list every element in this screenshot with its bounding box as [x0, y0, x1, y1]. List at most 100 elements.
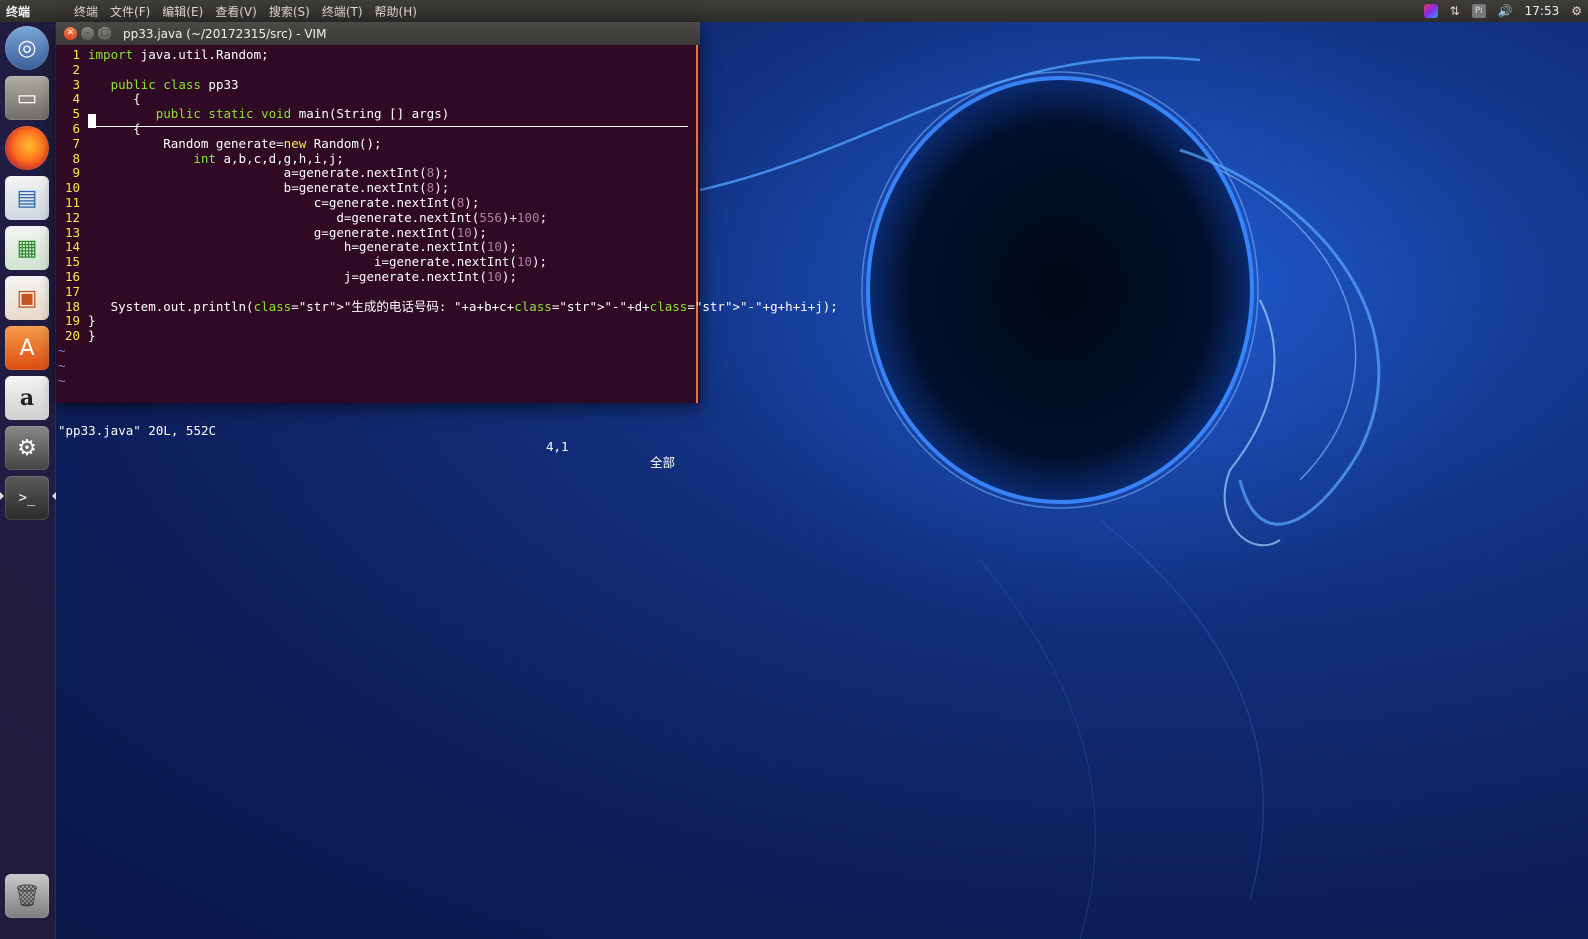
code-text: g=generate.nextInt(10); [88, 224, 487, 240]
clock[interactable]: 17:53 [1525, 4, 1560, 18]
line-number: 2 [72, 61, 80, 77]
line-number: 6 [72, 121, 80, 136]
line-number: 5 [72, 106, 80, 122]
status-cursor-position: 4,1 [546, 439, 569, 454]
code-line[interactable]: 15 i=generate.nextInt(10); [56, 254, 547, 269]
line-number: 12 [64, 209, 80, 225]
empty-line-tilde: ~ [58, 343, 66, 358]
code-text: a=generate.nextInt(8); [88, 165, 450, 181]
terminal-icon[interactable]: >_ [5, 476, 49, 520]
line-number: 3 [72, 76, 80, 92]
line-number: 15 [64, 254, 80, 270]
code-line[interactable]: 6 { [56, 121, 141, 136]
code-line[interactable]: 14 h=generate.nextInt(10); [56, 239, 517, 254]
terminal-window[interactable]: ✕ – □ pp33.java (~/20172315/src) - VIM "… [56, 22, 838, 470]
libreoffice-impress-icon[interactable]: ▣ [5, 276, 49, 320]
network-icon[interactable]: ⇅ [1450, 4, 1460, 18]
vim-statusline: "pp33.java" 20L, 552C 4,1 全部 [56, 407, 696, 470]
files-icon[interactable]: ▭ [5, 76, 49, 120]
active-app-name: 终端 [6, 4, 31, 19]
code-text: h=generate.nextInt(10); [88, 239, 517, 255]
line-number: 7 [72, 135, 80, 151]
code-line[interactable]: 9 a=generate.nextInt(8); [56, 165, 449, 180]
menu-help[interactable]: 帮助(H) [369, 3, 423, 20]
code-line[interactable]: 4 { [56, 91, 141, 107]
code-line[interactable]: 20} [56, 328, 96, 343]
active-indicator-left [0, 492, 4, 500]
code-text: b=generate.nextInt(8); [88, 180, 450, 196]
code-text: j=generate.nextInt(10); [88, 269, 517, 284]
firefox-icon[interactable] [5, 126, 49, 170]
line-number: 11 [64, 195, 80, 210]
code-line[interactable]: 17 [56, 284, 88, 299]
software-center-icon[interactable]: A [5, 326, 49, 370]
menu-file[interactable]: 文件(F) [104, 3, 156, 20]
ubuntu-dash-icon[interactable]: ◎ [5, 26, 49, 70]
menu-search[interactable]: 搜索(S) [263, 3, 316, 20]
top-panel: 终端 终端 文件(F) 编辑(E) 查看(V) 搜索(S) 终端(T) 帮助(H… [0, 0, 1588, 22]
line-number: 18 [64, 298, 80, 314]
code-line[interactable]: 7 Random generate=new Random(); [56, 135, 382, 151]
menu-terminal[interactable]: 终端 [68, 3, 104, 20]
code-line[interactable]: 2 [56, 62, 88, 77]
libreoffice-calc-icon[interactable]: ▦ [5, 226, 49, 270]
line-number: 8 [72, 150, 80, 166]
line-number: 1 [72, 47, 80, 62]
code-text: import java.util.Random; [88, 47, 269, 62]
code-text: System.out.println(class="str">"生成的电话号码:… [88, 298, 838, 314]
input-method-icon[interactable]: Pi [1471, 4, 1486, 18]
empty-line-tilde: ~ [58, 357, 66, 373]
status-scroll-position: 全部 [650, 455, 676, 470]
status-file-info: "pp33.java" 20L, 552C [58, 423, 217, 438]
code-text: int a,b,c,d,g,h,i,j; [193, 150, 344, 166]
code-text: { [88, 91, 141, 107]
trash-icon[interactable]: 🗑 [5, 874, 49, 918]
line-number: 14 [64, 239, 80, 255]
line-number: 9 [72, 165, 80, 181]
line-number: 4 [72, 91, 80, 107]
code-text: public static void main(String [] args) [155, 106, 450, 122]
line-number: 13 [64, 224, 80, 240]
code-line[interactable]: 11 c=generate.nextInt(8); [56, 195, 479, 210]
vim-editor[interactable]: "pp33.java" 20L, 552C 4,1 全部 1 import jav… [56, 45, 838, 470]
volume-icon[interactable]: 🔊 [1498, 4, 1513, 18]
code-line[interactable]: 8 int a,b,c,d,g,h,i,j; [56, 150, 344, 166]
code-line[interactable]: 10 b=generate.nextInt(8); [56, 180, 449, 195]
window-title: pp33.java (~/20172315/src) - VIM [123, 26, 327, 41]
code-text: } [88, 313, 96, 329]
amazon-icon[interactable]: a [5, 376, 49, 420]
menu-edit[interactable]: 编辑(E) [156, 3, 209, 20]
window-minimize-button[interactable]: – [81, 27, 94, 40]
menu-view[interactable]: 查看(V) [209, 3, 263, 20]
code-text: Random generate=new Random(); [88, 135, 382, 151]
window-maximize-button[interactable]: □ [98, 27, 111, 40]
code-text: } [88, 328, 96, 344]
code-line[interactable]: 12 d=generate.nextInt(556)+100; [56, 210, 547, 225]
libreoffice-writer-icon[interactable]: ▤ [5, 176, 49, 220]
line-number: 17 [64, 283, 80, 299]
line-number: 19 [64, 313, 80, 329]
code-line[interactable]: 13 g=generate.nextInt(10); [56, 225, 487, 240]
line-number: 16 [64, 269, 80, 284]
empty-line-tilde: ~ [58, 372, 66, 388]
app-indicator-icon[interactable] [1423, 4, 1438, 18]
code-text: { [88, 121, 141, 136]
code-text: d=generate.nextInt(556)+100; [88, 209, 548, 225]
code-text: c=generate.nextInt(8); [88, 195, 480, 210]
system-settings-icon[interactable]: ⚙ [5, 426, 49, 470]
window-titlebar[interactable]: ✕ – □ pp33.java (~/20172315/src) - VIM [56, 22, 700, 45]
settings-gear-icon[interactable]: ⚙ [1571, 4, 1582, 18]
code-text: public class pp33 [110, 76, 239, 92]
code-line[interactable]: 19} [56, 313, 96, 328]
line-number: 10 [64, 180, 80, 196]
active-indicator-right [52, 492, 56, 500]
code-line[interactable]: 5 public static void main(String [] args… [56, 106, 449, 121]
code-line[interactable]: 1 import java.util.Random; [56, 47, 269, 62]
window-close-button[interactable]: ✕ [64, 27, 77, 40]
line-number: 20 [64, 328, 80, 344]
code-line[interactable]: 16 j=generate.nextInt(10); [56, 269, 517, 284]
code-line[interactable]: 18 System.out.println(class="str">"生成的电话… [56, 299, 838, 314]
menu-terminal-t[interactable]: 终端(T) [316, 3, 369, 20]
system-tray: ⇅ Pi 🔊 17:53 ⚙ [1423, 0, 1588, 22]
code-line[interactable]: 3 public class pp33 [56, 76, 239, 92]
